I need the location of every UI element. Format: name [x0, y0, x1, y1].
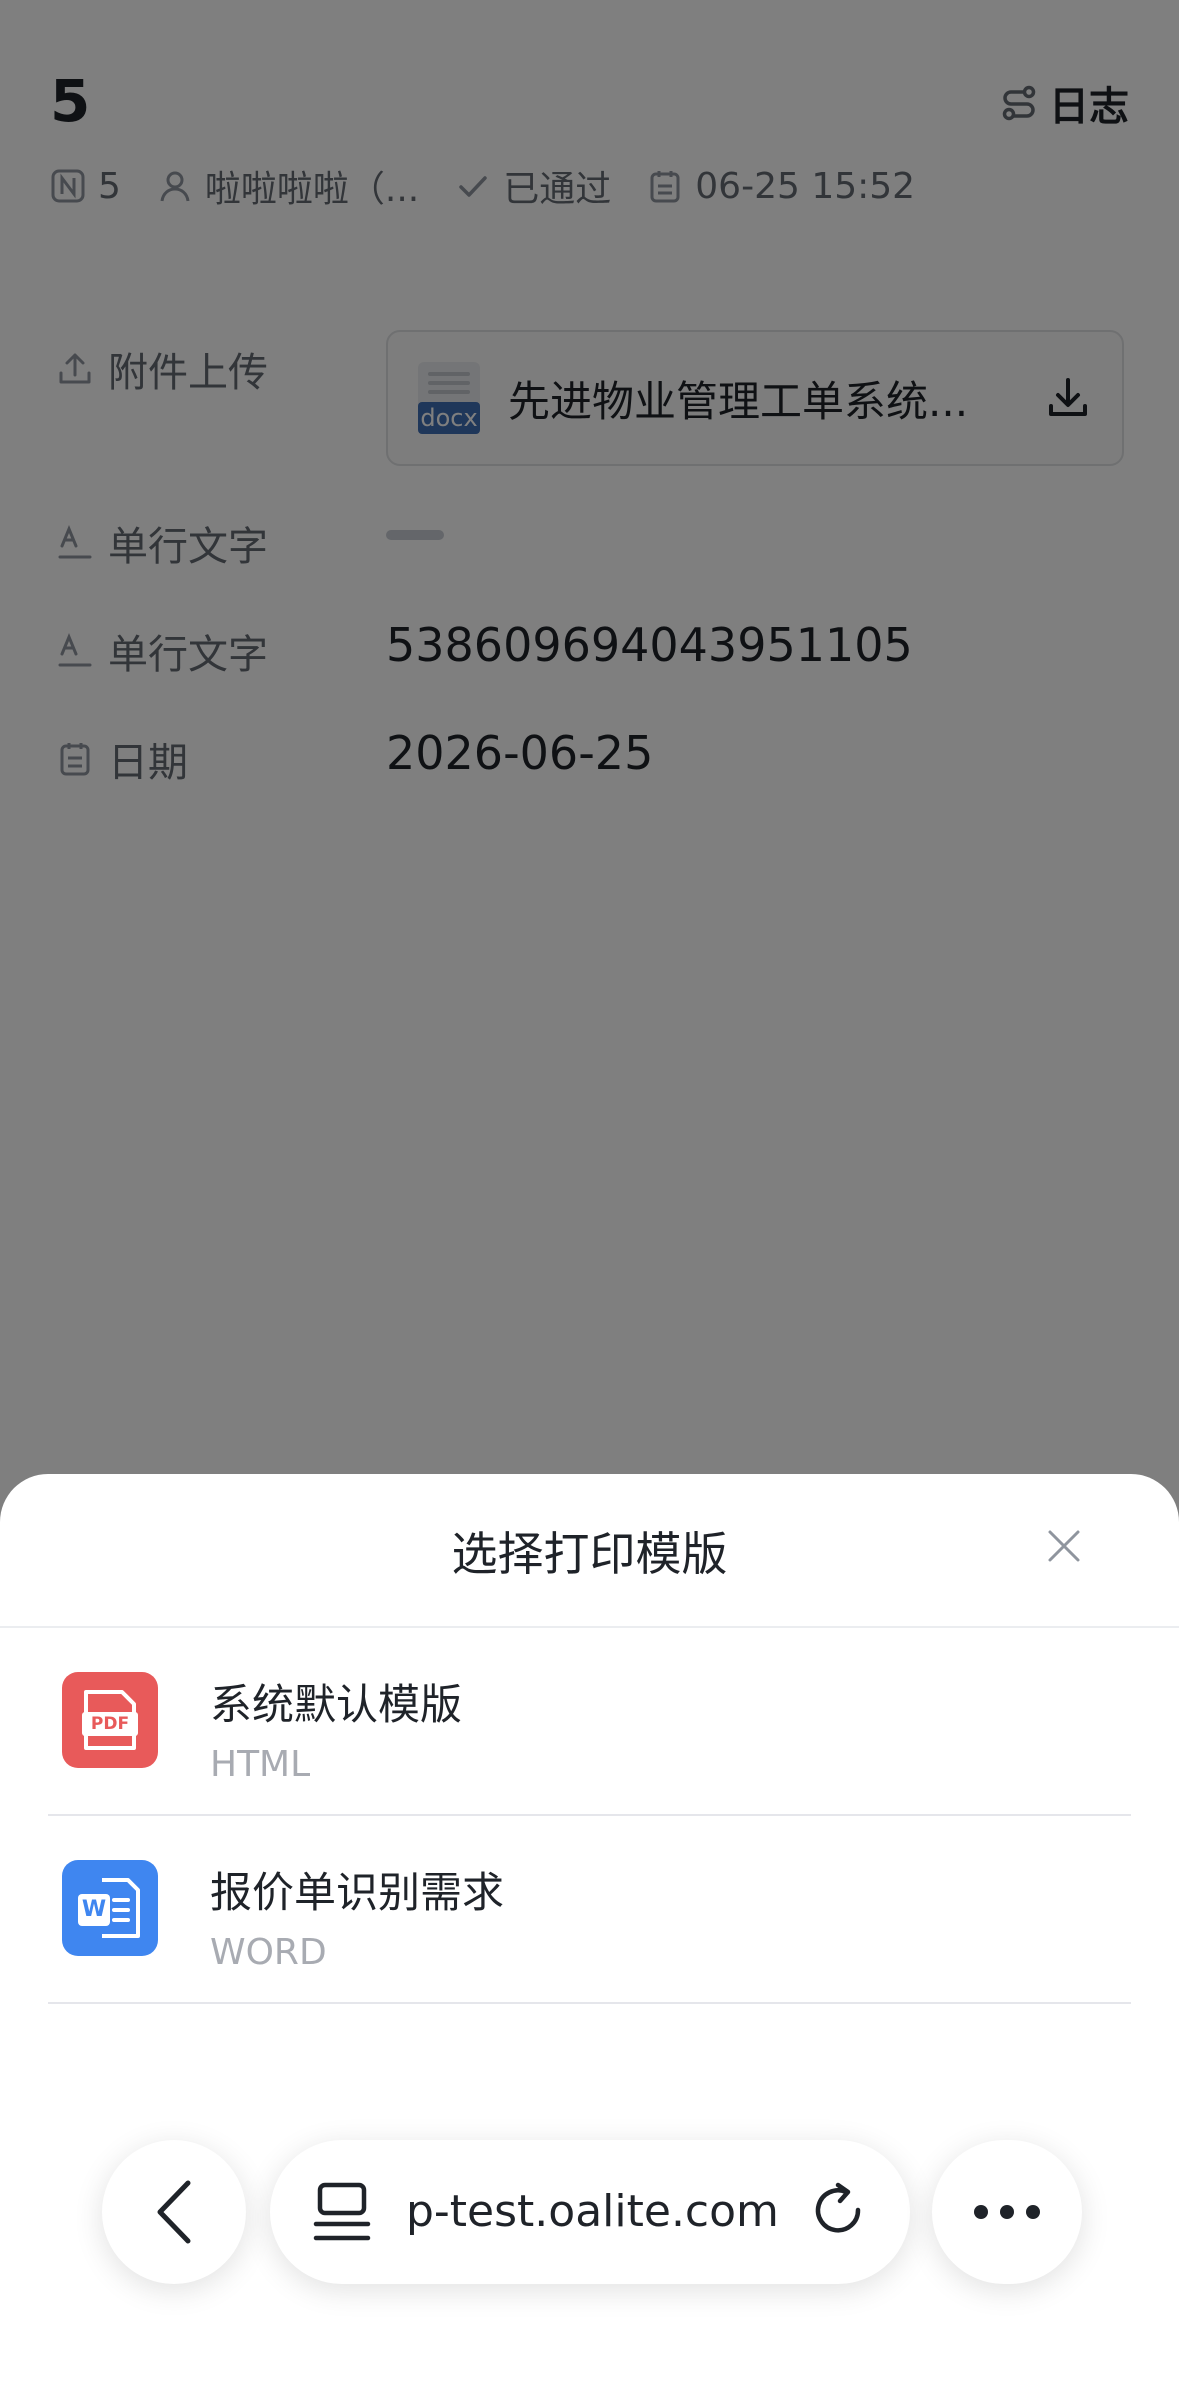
template-name: 系统默认模版	[210, 1680, 463, 1729]
template-item-quote[interactable]: W 报价单识别需求 WORD	[48, 1816, 1131, 2004]
browser-more-button[interactable]	[932, 2140, 1082, 2284]
more-dot	[974, 2205, 988, 2219]
template-name: 报价单识别需求	[210, 1868, 505, 1917]
reload-icon[interactable]	[810, 2182, 870, 2242]
pdf-icon: PDF	[62, 1672, 158, 1768]
reader-mode-icon[interactable]	[312, 2180, 372, 2244]
browser-back-button[interactable]	[102, 2140, 246, 2284]
word-icon: W	[62, 1860, 158, 1956]
close-icon[interactable]	[1044, 1526, 1084, 1566]
template-type: WORD	[210, 1932, 327, 1973]
browser-address-bar[interactable]: p-test.oalite.com	[270, 2140, 910, 2284]
chevron-left-icon	[157, 2180, 191, 2244]
more-dot	[1000, 2205, 1014, 2219]
template-item-default[interactable]: PDF 系统默认模版 HTML	[48, 1628, 1131, 1816]
url-text: p-test.oalite.com	[406, 2186, 779, 2237]
more-dot	[1026, 2205, 1040, 2219]
template-type: HTML	[210, 1744, 311, 1785]
sheet-title: 选择打印模版	[451, 1527, 728, 1581]
pdf-icon-text: PDF	[90, 1714, 130, 1734]
word-icon-text: W	[81, 1897, 107, 1922]
